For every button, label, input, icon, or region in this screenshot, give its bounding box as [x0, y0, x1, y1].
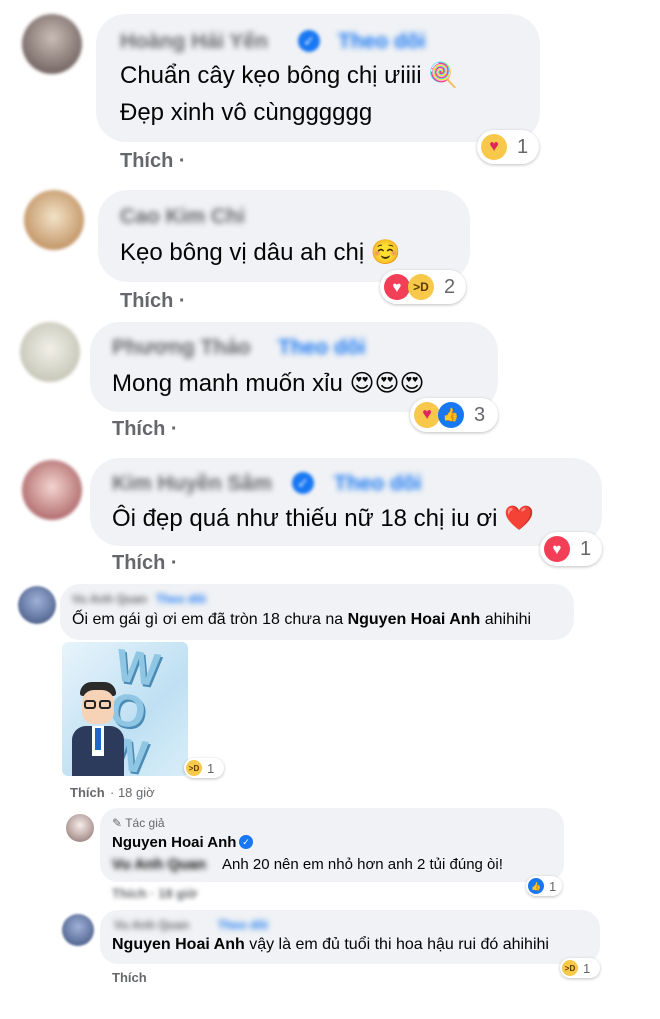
like-icon: 👍	[528, 878, 544, 894]
follow-link[interactable]: Theo dõi	[156, 592, 206, 606]
mention-link[interactable]: Nguyen Hoai Anh	[112, 936, 245, 953]
reaction-number: 1	[517, 135, 529, 158]
reaction-count[interactable]: >D 1	[560, 958, 600, 978]
avatar[interactable]	[20, 322, 80, 382]
reaction-number: 1	[580, 537, 592, 560]
like-button[interactable]: Thích	[70, 785, 105, 800]
comment-text-part: ahihihi	[480, 611, 532, 628]
reaction-count[interactable]: ♥ 1	[477, 130, 539, 164]
follow-link[interactable]: Theo dõi	[338, 30, 426, 54]
haha-icon: >D	[408, 274, 434, 300]
reaction-count[interactable]: ♥ 👍 3	[410, 398, 498, 432]
avatar[interactable]	[62, 914, 94, 946]
reaction-number: 1	[549, 878, 557, 894]
mention-link[interactable]: Vu Anh Quan	[112, 856, 206, 873]
haha-icon: >D	[562, 960, 578, 976]
follow-link[interactable]: Theo dõi	[218, 918, 268, 932]
like-button[interactable]: Thích ·	[112, 552, 178, 575]
comment-author[interactable]: Vu Anh Quan	[114, 918, 189, 932]
verified-icon: ✓	[239, 835, 253, 849]
love-icon: ♥	[544, 536, 570, 562]
like-button[interactable]: Thích	[112, 970, 147, 985]
comment-author[interactable]: Hoàng Hải Yến	[120, 30, 268, 54]
comment-text: Mong manh muốn xỉu 😍😍😍	[112, 370, 425, 397]
follow-link[interactable]: Theo dõi	[278, 336, 366, 360]
avatar[interactable]	[66, 814, 94, 842]
comment-author[interactable]: Cao Kim Chi	[120, 205, 245, 229]
love-icon: ♥	[384, 274, 410, 300]
author-tag-label: Tác giả	[125, 816, 165, 830]
comment-text: Ôi đẹp quá như thiếu nữ 18 chị iu ơi ❤️	[112, 505, 534, 532]
verified-icon: ✓	[298, 30, 320, 52]
wow-sticker[interactable]: WOW	[62, 642, 188, 776]
reaction-number: 2	[444, 275, 456, 298]
like-button[interactable]: Thích ·	[120, 290, 186, 313]
comment-text: Chuẩn cây kẹo bông chị ưiiii 🍭	[120, 62, 459, 89]
comment-text: Kẹo bông vị dâu ah chị ☺️	[120, 239, 401, 266]
reaction-count[interactable]: ♥ 1	[540, 532, 602, 566]
comment-text: Anh 20 nên em nhỏ hơn anh 2 tủi đúng òi!	[222, 856, 503, 873]
reaction-count[interactable]: 👍 1	[526, 876, 562, 896]
comment-author[interactable]: Phương Thảo	[112, 336, 251, 360]
comment-text: Nguyen Hoai Anh vậy là em đủ tuổi thi ho…	[112, 936, 549, 954]
sticker-character	[68, 682, 128, 776]
avatar[interactable]	[22, 14, 82, 74]
author-tag: ✎ Tác giả	[112, 816, 165, 830]
follow-link[interactable]: Theo dõi	[334, 472, 422, 496]
comment-author[interactable]: Vu Anh Quan	[72, 592, 147, 606]
avatar[interactable]	[24, 190, 84, 250]
reply-meta[interactable]: Thích · 18 giờ	[112, 886, 197, 901]
mention-link[interactable]: Nguyen Hoai Anh	[348, 611, 481, 628]
avatar[interactable]	[22, 460, 82, 520]
avatar[interactable]	[18, 586, 56, 624]
reaction-number: 1	[583, 960, 591, 976]
comment-time[interactable]: · 18 giờ	[110, 785, 155, 800]
reaction-count[interactable]: >D 1	[184, 758, 224, 778]
care-icon: ♥	[414, 402, 440, 428]
comment-text: Đẹp xinh vô cùngggggg	[120, 99, 373, 126]
verified-icon: ✓	[292, 472, 314, 494]
care-icon: ♥	[481, 134, 507, 160]
reaction-number: 3	[474, 403, 486, 426]
comment-text-part: vậy là em đủ tuổi thi hoa hậu rui đó ahi…	[244, 936, 549, 953]
pencil-icon: ✎	[112, 816, 123, 830]
reaction-number: 1	[207, 760, 215, 776]
like-button[interactable]: Thích ·	[112, 418, 178, 441]
haha-icon: >D	[186, 760, 202, 776]
like-button[interactable]: Thích ·	[120, 150, 186, 173]
comment-text-part: Ối em gái gì ơi em đã tròn 18 chưa na	[72, 611, 348, 628]
comment-author[interactable]: Nguyen Hoai Anh	[112, 834, 236, 851]
comment-author[interactable]: Kim Huyền Sâm	[112, 472, 272, 496]
reaction-count[interactable]: ♥ >D 2	[380, 270, 466, 304]
like-icon: 👍	[438, 402, 464, 428]
comment-text: Ối em gái gì ơi em đã tròn 18 chưa na Ng…	[72, 611, 531, 629]
comment-bubble	[98, 190, 470, 282]
